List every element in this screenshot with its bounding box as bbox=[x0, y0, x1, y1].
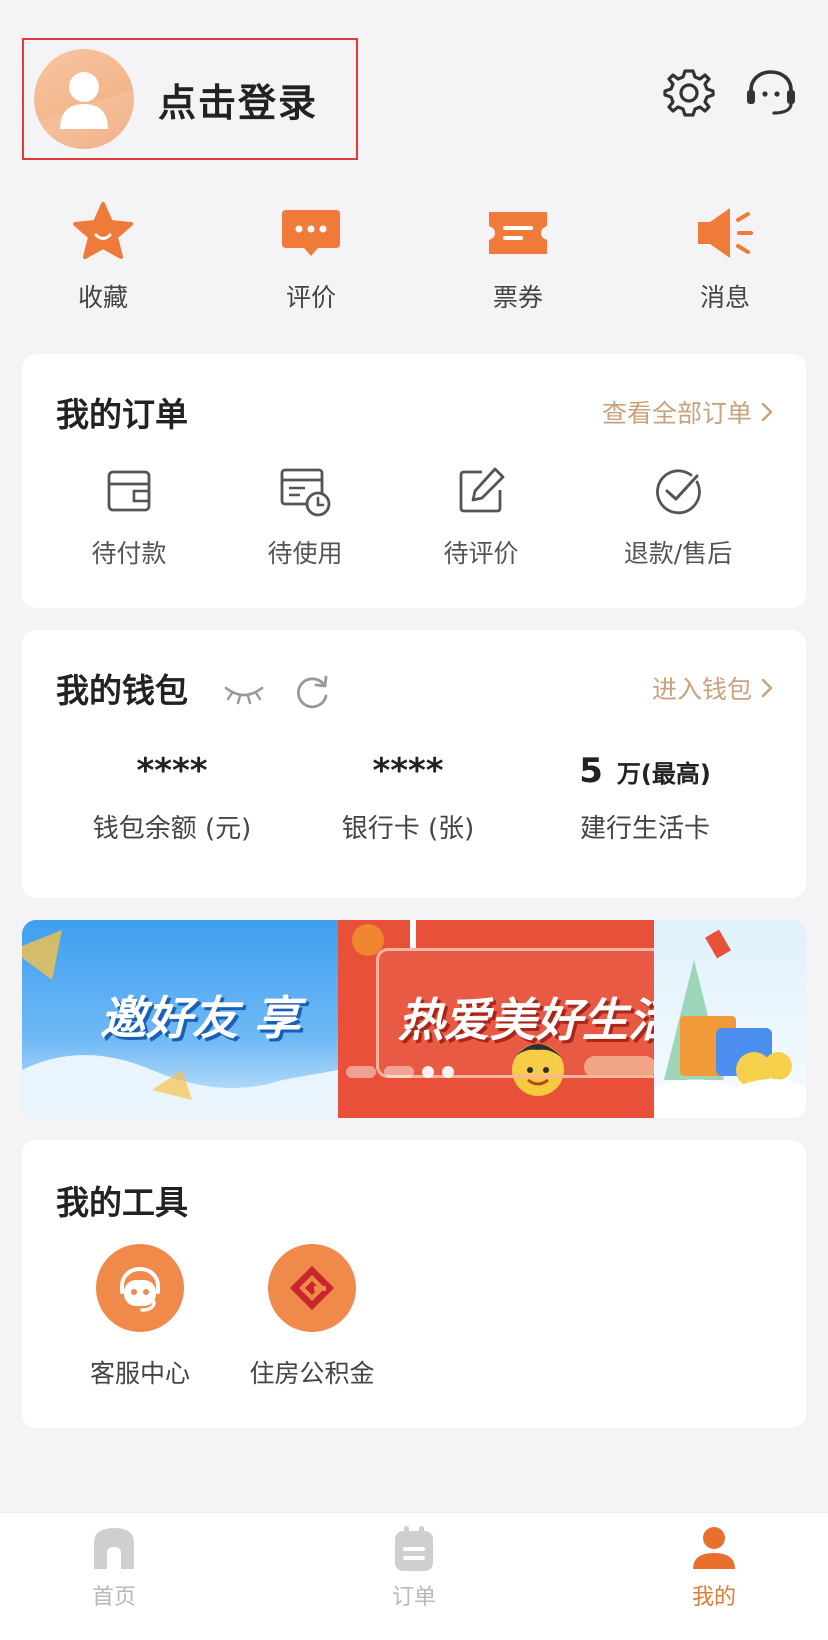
chat-bubble-icon bbox=[282, 210, 340, 256]
home-icon bbox=[94, 1528, 134, 1569]
eye-closed-icon[interactable] bbox=[222, 672, 266, 712]
tab-label: 我的 bbox=[691, 1585, 736, 1610]
banner-slide-life[interactable]: 热爱美好生活 献 bbox=[338, 920, 654, 1118]
avatar[interactable] bbox=[34, 49, 134, 149]
tool-housing-fund[interactable]: 住房公积金 bbox=[222, 1244, 402, 1404]
promo-banner-carousel[interactable]: 邀好友 享 热爱美好生活 献 bbox=[22, 920, 806, 1118]
tool-label: 住房公积金 bbox=[249, 1359, 375, 1388]
wallet-card: 我的钱包 进入钱包 **** 钱包余额 (元) **** 银行卡 (张) 5 万 bbox=[22, 630, 806, 898]
tools-title: 我的工具 bbox=[56, 1183, 188, 1222]
tab-orders[interactable]: 订单 bbox=[334, 1523, 494, 1623]
megaphone-icon bbox=[698, 208, 753, 258]
view-all-orders-label[interactable]: 查看全部订单 bbox=[602, 394, 752, 430]
quick-item-label: 消息 bbox=[699, 283, 750, 312]
user-silhouette-icon bbox=[34, 72, 134, 149]
edit-icon bbox=[459, 467, 505, 513]
login-label[interactable]: 点击登录 bbox=[158, 72, 318, 127]
quick-item-label: 票券 bbox=[492, 283, 543, 312]
order-refund[interactable]: 退款/售后 bbox=[598, 464, 758, 584]
banner-slide-text: 邀好友 享 bbox=[100, 991, 301, 1045]
star-icon bbox=[73, 202, 133, 259]
headset-icon[interactable] bbox=[744, 66, 798, 120]
housing-fund-icon bbox=[268, 1244, 356, 1332]
banner-slide-gift[interactable] bbox=[654, 920, 806, 1118]
wallet-balance-label: 钱包余额 (元) bbox=[92, 814, 252, 844]
enter-wallet-label[interactable]: 进入钱包 bbox=[652, 670, 752, 706]
quick-item-label: 评价 bbox=[285, 283, 336, 312]
order-item-label: 待评价 bbox=[443, 539, 519, 568]
bank-cards-value: **** bbox=[372, 751, 444, 791]
quick-item-reviews[interactable]: 评价 bbox=[246, 200, 376, 320]
tools-card: 我的工具 客服中心 住房公积金 bbox=[22, 1140, 806, 1428]
tool-customer-service[interactable]: 客服中心 bbox=[50, 1244, 230, 1404]
wallet-balance[interactable]: **** 钱包余额 (元) bbox=[62, 748, 282, 858]
quick-item-messages[interactable]: 消息 bbox=[660, 200, 790, 320]
life-card-value: 5 bbox=[579, 751, 603, 791]
chevron-right-icon bbox=[761, 678, 773, 698]
banner-slide-invite[interactable]: 邀好友 享 bbox=[22, 920, 338, 1118]
life-card[interactable]: 5 万(最高) 建行生活卡 bbox=[535, 748, 755, 858]
order-pending-payment[interactable]: 待付款 bbox=[49, 464, 209, 584]
orders-card: 我的订单 查看全部订单 待付款 待使用 待评价 退款/售后 bbox=[22, 354, 806, 608]
bottom-tab-bar: 首页 订单 我的 bbox=[0, 1512, 828, 1640]
bank-cards[interactable]: **** 银行卡 (张) bbox=[298, 748, 518, 858]
login-area[interactable]: 点击登录 bbox=[22, 38, 358, 160]
gear-icon[interactable] bbox=[662, 66, 716, 120]
wallet-balance-value: **** bbox=[136, 751, 208, 791]
profile-header: 点击登录 bbox=[0, 0, 828, 170]
check-circle-icon bbox=[656, 469, 701, 515]
profile-icon bbox=[693, 1527, 735, 1569]
tab-label: 订单 bbox=[391, 1585, 436, 1610]
wallet-icon bbox=[107, 470, 151, 512]
view-all-orders-link[interactable]: 查看全部订单 bbox=[602, 394, 774, 430]
order-to-review[interactable]: 待评价 bbox=[401, 464, 561, 584]
customer-service-icon bbox=[96, 1244, 184, 1332]
life-card-label: 建行生活卡 bbox=[579, 814, 710, 844]
refresh-icon[interactable] bbox=[290, 672, 334, 712]
wallet-title: 我的钱包 bbox=[56, 671, 188, 710]
carousel-dot[interactable] bbox=[442, 1066, 454, 1078]
quick-item-label: 收藏 bbox=[77, 283, 128, 312]
tab-home[interactable]: 首页 bbox=[34, 1523, 194, 1623]
carousel-dot[interactable] bbox=[422, 1066, 434, 1078]
order-icon bbox=[395, 1526, 433, 1571]
order-item-label: 待使用 bbox=[267, 539, 343, 568]
carousel-indicator bbox=[346, 1066, 454, 1078]
tab-profile[interactable]: 我的 bbox=[634, 1523, 794, 1623]
calendar-clock-icon bbox=[280, 468, 331, 517]
quick-item-tickets[interactable]: 票券 bbox=[453, 200, 583, 320]
life-card-unit: 万(最高) bbox=[616, 759, 711, 788]
carousel-dot[interactable] bbox=[346, 1066, 376, 1078]
tab-label: 首页 bbox=[91, 1585, 136, 1610]
order-item-label: 退款/售后 bbox=[623, 539, 733, 568]
banner-slide-text: 热爱美好生活 献 bbox=[398, 993, 654, 1047]
gift-illustration-icon bbox=[654, 929, 806, 1118]
order-item-label: 待付款 bbox=[91, 539, 167, 568]
tool-label: 客服中心 bbox=[89, 1359, 190, 1388]
order-to-use[interactable]: 待使用 bbox=[225, 464, 385, 584]
orders-title: 我的订单 bbox=[56, 395, 188, 434]
quick-item-favorites[interactable]: 收藏 bbox=[38, 200, 168, 320]
quick-actions: 收藏 评价 票券 消息 bbox=[0, 200, 828, 320]
ticket-icon bbox=[489, 212, 547, 254]
enter-wallet-link[interactable]: 进入钱包 bbox=[652, 670, 774, 706]
bank-cards-label: 银行卡 (张) bbox=[341, 814, 475, 844]
carousel-dot[interactable] bbox=[384, 1066, 414, 1078]
chevron-right-icon bbox=[761, 402, 773, 422]
